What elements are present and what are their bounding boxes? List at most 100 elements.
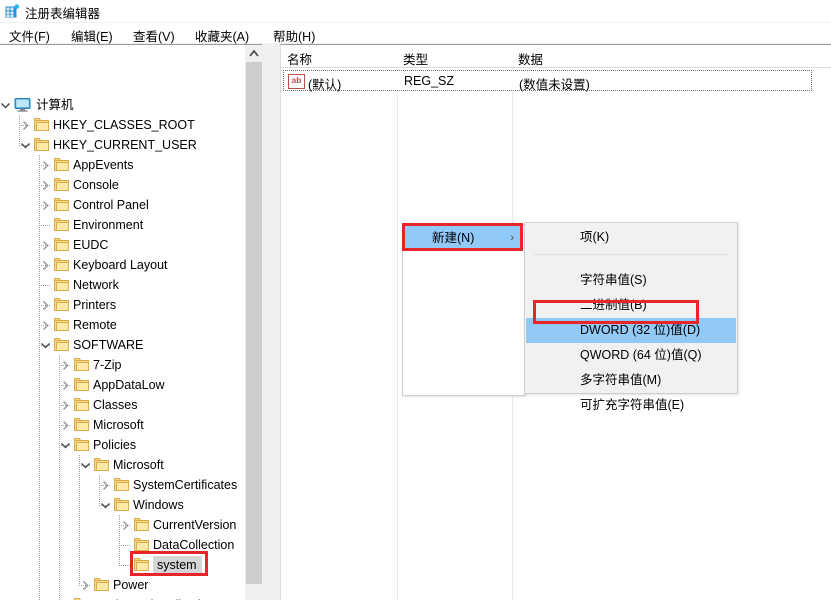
tree-item-label: EUDC xyxy=(73,238,109,252)
registry-tree[interactable]: 计算机 HKEY_CLASSES_ROOT HKEY_CURRENT_USER App… xyxy=(0,45,246,600)
tree-item[interactable]: HKEY_CURRENT_USER xyxy=(0,135,246,155)
tree-item[interactable]: CurrentVersion xyxy=(0,515,246,535)
tree-item-label: Printers xyxy=(73,298,117,312)
tree-item[interactable]: SystemCertificates xyxy=(0,475,246,495)
tree-item[interactable]: SOFTWARE xyxy=(0,335,246,355)
chevron-right-icon[interactable] xyxy=(40,240,51,251)
folder-icon xyxy=(54,158,69,171)
menu-file[interactable]: 文件(F) xyxy=(6,25,53,46)
tree-guide-connector xyxy=(39,225,51,226)
tree-item[interactable]: Classes xyxy=(0,395,246,415)
column-header-data[interactable]: 数据 xyxy=(518,49,543,68)
menu-help[interactable]: 帮助(H) xyxy=(270,25,318,46)
chevron-right-icon[interactable] xyxy=(60,360,71,371)
submenu-item-key[interactable]: 项(K) xyxy=(526,225,736,250)
folder-icon xyxy=(74,378,89,391)
chevron-right-icon[interactable] xyxy=(40,300,51,311)
submenu-item-dword-value-label: DWORD (32 位)值(D) xyxy=(580,323,701,337)
folder-icon xyxy=(114,498,129,511)
tree-item[interactable]: EUDC xyxy=(0,235,246,255)
tree-item[interactable]: 7-Zip xyxy=(0,355,246,375)
computer-icon xyxy=(14,98,31,112)
tree-item-label: AppEvents xyxy=(73,158,134,172)
tree-item[interactable]: Power xyxy=(0,575,246,595)
submenu-item-string-value[interactable]: 字符串值(S) xyxy=(526,268,736,293)
tree-item-label: HKEY_CLASSES_ROOT xyxy=(53,118,195,132)
chevron-right-icon[interactable] xyxy=(40,160,51,171)
tree-item-label: Network xyxy=(73,278,119,292)
table-row[interactable]: ab (默认) REG_SZ (数值未设置) xyxy=(283,70,812,92)
panel-splitter[interactable] xyxy=(262,44,280,600)
chevron-right-icon[interactable] xyxy=(60,380,71,391)
column-separator-1 xyxy=(397,45,398,600)
tree-item[interactable]: Remote xyxy=(0,315,246,335)
chevron-right-icon[interactable] xyxy=(120,520,131,531)
scroll-thumb[interactable] xyxy=(246,62,262,584)
chevron-up-icon xyxy=(249,49,259,57)
tree-guide-connector xyxy=(119,565,131,566)
chevron-down-icon[interactable] xyxy=(60,440,71,451)
folder-icon xyxy=(74,418,89,431)
tree-item-label: Keyboard Layout xyxy=(73,258,168,272)
tree-item[interactable]: Keyboard Layout xyxy=(0,255,246,275)
cell-type: REG_SZ xyxy=(404,74,455,88)
chevron-right-icon[interactable] xyxy=(40,320,51,331)
column-header-name[interactable]: 名称 xyxy=(287,49,312,68)
chevron-right-icon[interactable] xyxy=(40,180,51,191)
tree-item-label: Environment xyxy=(73,218,144,232)
tree-item[interactable]: AppDataLow xyxy=(0,375,246,395)
chevron-right-icon[interactable] xyxy=(40,260,51,271)
tree-scrollbar[interactable] xyxy=(245,45,262,600)
chevron-right-icon[interactable] xyxy=(60,400,71,411)
chevron-down-icon[interactable] xyxy=(0,100,11,111)
tree-guide-connector xyxy=(119,545,131,546)
chevron-down-icon[interactable] xyxy=(80,460,91,471)
context-menu: 新建(N) › xyxy=(402,224,525,396)
menu-item-new[interactable]: 新建(N) › xyxy=(404,226,523,251)
chevron-right-icon[interactable] xyxy=(20,120,31,131)
tree-item[interactable]: DataCollection xyxy=(0,535,246,555)
chevron-right-icon[interactable] xyxy=(40,200,51,211)
cell-name: (默认) xyxy=(308,78,342,92)
folder-icon xyxy=(54,278,69,291)
menu-edit[interactable]: 编辑(E) xyxy=(68,25,116,46)
chevron-down-icon[interactable] xyxy=(40,340,51,351)
tree-item[interactable]: Policies xyxy=(0,435,246,455)
chevron-right-icon[interactable] xyxy=(60,420,71,431)
column-header-type[interactable]: 类型 xyxy=(403,49,428,68)
menu-view[interactable]: 查看(V) xyxy=(130,25,178,46)
tree-item-label: Classes xyxy=(93,398,138,412)
tree-item[interactable]: Printers xyxy=(0,295,246,315)
folder-icon xyxy=(54,218,69,231)
chevron-right-icon[interactable] xyxy=(80,580,91,591)
tree-item[interactable]: RegisteredApplications xyxy=(0,595,246,600)
tree-item[interactable]: Windows xyxy=(0,495,246,515)
tree-item[interactable]: Microsoft xyxy=(0,455,246,475)
tree-item[interactable]: AppEvents xyxy=(0,155,246,175)
folder-icon xyxy=(54,198,69,211)
tree-item[interactable]: system xyxy=(0,555,246,575)
submenu-item-qword-value[interactable]: QWORD (64 位)值(Q) xyxy=(526,343,736,368)
chevron-right-icon[interactable] xyxy=(100,480,111,491)
tree-item[interactable]: Console xyxy=(0,175,246,195)
menu-favorites[interactable]: 收藏夹(A) xyxy=(192,25,252,46)
submenu-item-multi-string-value[interactable]: 多字符串值(M) xyxy=(526,368,736,393)
tree-item[interactable]: Microsoft xyxy=(0,415,246,435)
chevron-down-icon[interactable] xyxy=(100,500,111,511)
tree-item-label: Control Panel xyxy=(73,198,149,212)
tree-item[interactable]: HKEY_CLASSES_ROOT xyxy=(0,115,246,135)
tree-item-label: SystemCertificates xyxy=(133,478,238,492)
submenu-item-binary-value[interactable]: 二进制值(B) xyxy=(526,293,736,318)
tree-item[interactable]: 计算机 xyxy=(0,95,246,115)
submenu-item-expandable-string-value[interactable]: 可扩充字符串值(E) xyxy=(526,393,736,418)
tree-item[interactable]: Network xyxy=(0,275,246,295)
tree-item[interactable]: Control Panel xyxy=(0,195,246,215)
tree-item[interactable]: Environment xyxy=(0,215,246,235)
chevron-down-icon[interactable] xyxy=(20,140,31,151)
submenu-item-dword-value[interactable]: DWORD (32 位)值(D) xyxy=(526,318,736,343)
scroll-up-button[interactable] xyxy=(246,45,262,62)
tree-item-label: Microsoft xyxy=(113,458,164,472)
registry-editor-window: 注册表编辑器 文件(F) 编辑(E) 查看(V) 收藏夹(A) 帮助(H) 计算… xyxy=(0,0,831,600)
registry-tree-panel: 计算机 HKEY_CLASSES_ROOT HKEY_CURRENT_USER App… xyxy=(0,44,263,600)
registry-editor-icon xyxy=(5,4,20,19)
